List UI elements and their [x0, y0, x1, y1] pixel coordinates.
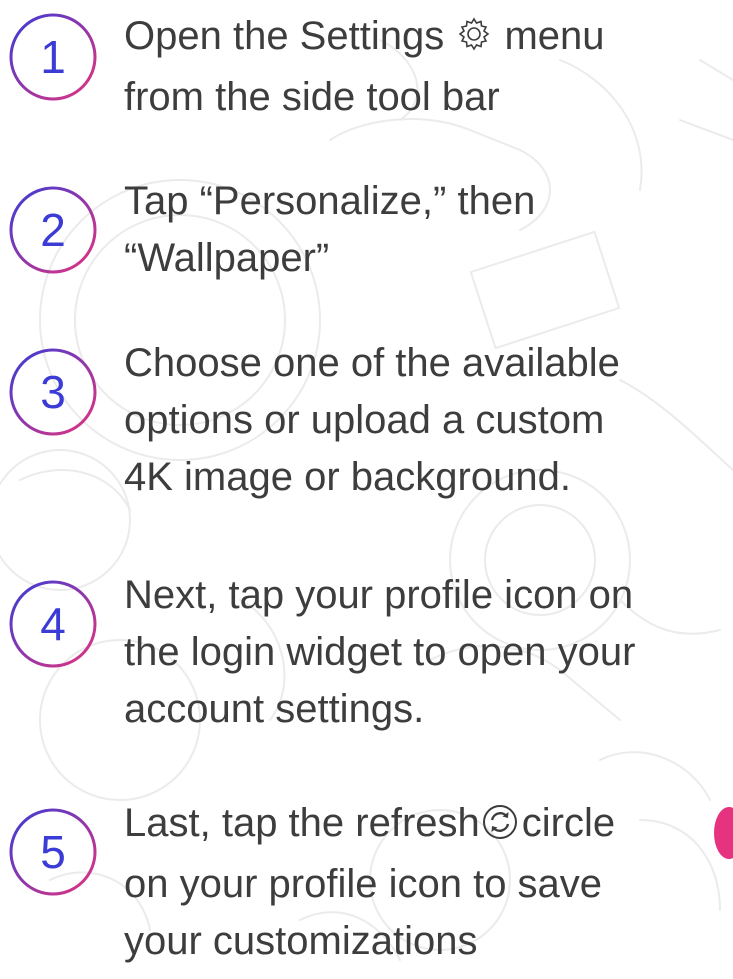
step-line: Choose one of the available: [124, 341, 620, 385]
step-line: Open the Settings: [124, 14, 445, 58]
step-line: “Wallpaper”: [124, 236, 330, 280]
step-number: 3: [40, 366, 66, 418]
step-line: menu: [504, 14, 605, 58]
step-text: Open the Settings menu from the side too…: [124, 8, 724, 126]
step-line: your customizations: [124, 919, 478, 963]
step-text: Last, tap the refresh circle on your pro…: [124, 795, 724, 970]
step-text: Tap “Personalize,” then “Wallpaper”: [124, 173, 724, 287]
gear-icon: [455, 12, 493, 69]
step-text: Choose one of the available options or u…: [124, 335, 724, 506]
step-line: on your profile icon to save: [124, 862, 603, 906]
step-line: options or upload a custom: [124, 398, 605, 442]
step-number-badge: 5: [8, 807, 98, 897]
step-number: 5: [40, 826, 66, 878]
step-number-badge: 3: [8, 347, 98, 437]
step-number: 4: [40, 598, 66, 650]
step-number-badge: 1: [8, 12, 98, 102]
step-line: 4K image or background.: [124, 455, 571, 499]
refresh-icon: [482, 799, 518, 856]
step-line: account settings.: [124, 687, 425, 731]
step-line: circle: [521, 801, 616, 845]
step-number-badge: 2: [8, 185, 98, 275]
step-number-badge: 4: [8, 579, 98, 669]
step-number: 1: [40, 31, 66, 83]
step-line: Next, tap your profile icon on: [124, 573, 634, 617]
step-text: Next, tap your profile icon on the login…: [124, 567, 724, 738]
step-line: Last, tap the refresh: [124, 801, 480, 845]
step-line: from the side tool bar: [124, 75, 500, 119]
step-line: the login widget to open your: [124, 630, 636, 674]
step-number: 2: [40, 204, 66, 256]
step-line: Tap “Personalize,” then: [124, 179, 536, 223]
